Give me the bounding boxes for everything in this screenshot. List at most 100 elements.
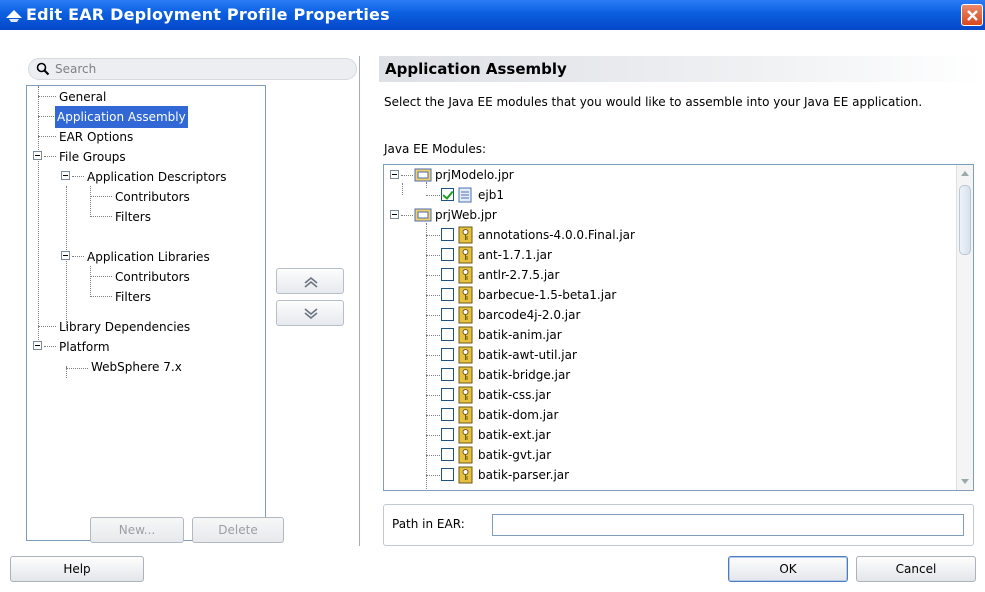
module-item-jar[interactable]: annotations-4.0.0.Final.jar (384, 225, 958, 245)
module-item-jar[interactable]: barcode4j-2.0.jar (384, 305, 958, 325)
module-checkbox[interactable] (441, 308, 454, 321)
collapse-icon[interactable] (61, 171, 70, 180)
module-item-jar[interactable]: batik-awt-util.jar (384, 345, 958, 365)
collapse-icon[interactable] (390, 170, 399, 179)
module-label: batik-ext.jar (478, 428, 551, 442)
path-in-ear-input[interactable] (492, 514, 964, 536)
module-item-jar[interactable]: batik-css.jar (384, 385, 958, 405)
delete-button[interactable]: Delete (192, 517, 284, 543)
sidebar-item-label: EAR Options (59, 130, 134, 144)
move-down-button[interactable] (276, 300, 344, 326)
java-ee-modules-tree: prjModelo.jpr ejb1 prjWeb.jpr annotation… (383, 164, 974, 491)
module-checkbox[interactable] (441, 448, 454, 461)
sidebar-item-label: Library Dependencies (59, 320, 191, 334)
sidebar-item-label: Contributors (115, 270, 190, 284)
module-item-jar[interactable]: batik-anim.jar (384, 325, 958, 345)
jar-icon (458, 226, 474, 244)
jar-icon (458, 426, 474, 444)
modules-scrollbar[interactable] (956, 165, 973, 490)
collapse-icon[interactable] (61, 251, 70, 260)
double-chevron-down-icon (304, 308, 318, 320)
module-checkbox[interactable] (441, 388, 454, 401)
collapse-icon[interactable] (33, 151, 42, 160)
title-bar: Edit EAR Deployment Profile Properties (0, 0, 985, 30)
scroll-up-icon[interactable] (961, 171, 969, 176)
module-checkbox[interactable] (441, 228, 454, 241)
jar-icon (458, 306, 474, 324)
ejb-module-icon (458, 187, 472, 203)
project-folder-icon (414, 167, 432, 182)
module-label: ant-1.7.1.jar (478, 248, 552, 262)
sidebar-item-label: Platform (59, 340, 110, 354)
project-folder-icon (414, 207, 432, 222)
double-chevron-up-icon (304, 276, 318, 288)
module-label: ejb1 (478, 188, 504, 202)
collapse-icon[interactable] (390, 210, 399, 219)
sidebar-item-label: File Groups (59, 150, 126, 164)
module-checkbox[interactable] (441, 368, 454, 381)
module-checkbox[interactable] (441, 468, 454, 481)
module-checkbox[interactable] (441, 268, 454, 281)
path-in-ear-label: Path in EAR: (392, 517, 465, 531)
jar-icon (458, 366, 474, 384)
new-button[interactable]: New... (90, 517, 184, 543)
move-up-button[interactable] (276, 268, 344, 294)
panel-divider (359, 56, 360, 546)
search-box[interactable] (28, 58, 357, 80)
scroll-down-icon[interactable] (961, 479, 969, 484)
module-label: prjWeb.jpr (435, 208, 497, 222)
module-project-prjmodelo[interactable]: prjModelo.jpr (384, 165, 958, 185)
modules-label: Java EE Modules: (384, 142, 487, 156)
module-checkbox[interactable] (441, 288, 454, 301)
module-label: batik-parser.jar (478, 468, 570, 482)
sidebar-item-label: Contributors (115, 190, 190, 204)
panel-header: Application Assembly (379, 56, 982, 82)
dialog-body: General Application Assembly EAR Options… (0, 30, 985, 592)
sidebar-item-label: WebSphere 7.x (91, 360, 182, 374)
module-item-jar[interactable]: batik-parser.jar (384, 465, 958, 485)
close-icon[interactable] (961, 4, 983, 26)
jar-icon (458, 386, 474, 404)
module-label: batik-anim.jar (478, 328, 562, 342)
jar-icon (458, 326, 474, 344)
module-label: batik-dom.jar (478, 408, 559, 422)
module-item-ejb1[interactable]: ejb1 (384, 185, 958, 205)
jar-icon (458, 446, 474, 464)
module-label: batik-awt-util.jar (478, 348, 577, 362)
search-input[interactable] (55, 61, 345, 77)
module-item-jar[interactable]: batik-bridge.jar (384, 365, 958, 385)
module-checkbox[interactable] (441, 428, 454, 441)
module-project-prjweb[interactable]: prjWeb.jpr (384, 205, 958, 225)
search-icon (36, 62, 50, 79)
module-checkbox[interactable] (441, 248, 454, 261)
module-checkbox[interactable] (441, 348, 454, 361)
deployment-profile-icon (5, 7, 23, 23)
cancel-button[interactable]: Cancel (856, 556, 976, 582)
sidebar-item-label: Filters (115, 210, 151, 224)
panel-title: Application Assembly (385, 60, 567, 78)
module-label: barbecue-1.5-beta1.jar (478, 288, 617, 302)
path-in-ear-group: Path in EAR: (383, 504, 974, 546)
module-item-jar[interactable]: antlr-2.7.5.jar (384, 265, 958, 285)
ok-button[interactable]: OK (728, 556, 848, 582)
scroll-thumb[interactable] (959, 185, 971, 255)
jar-icon (458, 346, 474, 364)
jar-icon (458, 286, 474, 304)
collapse-icon[interactable] (33, 341, 42, 350)
module-checkbox[interactable] (441, 408, 454, 421)
help-button[interactable]: Help (10, 556, 144, 582)
module-label: batik-gvt.jar (478, 448, 552, 462)
module-checkbox[interactable] (441, 328, 454, 341)
sidebar-item-label: Filters (115, 290, 151, 304)
module-item-jar[interactable]: barbecue-1.5-beta1.jar (384, 285, 958, 305)
module-label: barcode4j-2.0.jar (478, 308, 581, 322)
module-checkbox[interactable] (441, 188, 454, 201)
module-item-jar[interactable]: batik-ext.jar (384, 425, 958, 445)
panel-description: Select the Java EE modules that you woul… (384, 95, 923, 109)
module-label: prjModelo.jpr (435, 168, 514, 182)
module-label: annotations-4.0.0.Final.jar (478, 228, 635, 242)
module-item-jar[interactable]: batik-gvt.jar (384, 445, 958, 465)
module-label: antlr-2.7.5.jar (478, 268, 560, 282)
module-item-jar[interactable]: batik-dom.jar (384, 405, 958, 425)
module-item-jar[interactable]: ant-1.7.1.jar (384, 245, 958, 265)
